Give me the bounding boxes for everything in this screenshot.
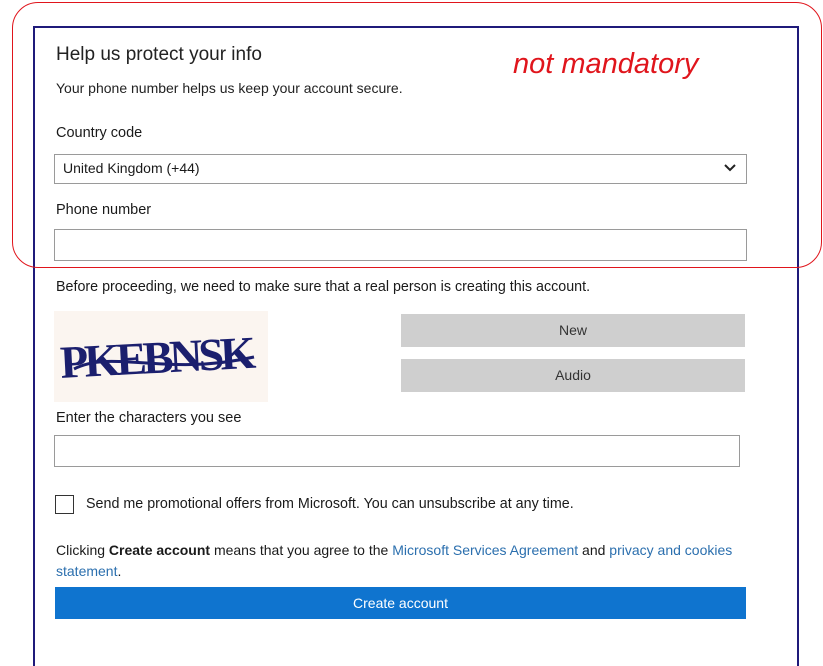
captcha-input[interactable] <box>54 435 740 467</box>
create-account-button[interactable]: Create account <box>55 587 746 619</box>
promo-checkbox[interactable] <box>55 495 74 514</box>
country-code-label: Country code <box>56 125 143 141</box>
terms-bold: Create account <box>108 542 211 558</box>
annotation-label: not mandatory <box>513 48 699 80</box>
promo-checkbox-label: Send me promotional offers from Microsof… <box>86 496 574 512</box>
phone-number-input[interactable] <box>54 229 747 261</box>
captcha-glyphs: PKEBNSK <box>59 327 257 388</box>
page-subtitle: Your phone number helps us keep your acc… <box>56 80 403 96</box>
services-agreement-link[interactable]: Microsoft Services Agreement <box>392 542 578 558</box>
page-title: Help us protect your info <box>56 44 262 65</box>
captcha-text: PKEBNSK <box>59 327 257 388</box>
phone-number-label: Phone number <box>56 202 152 218</box>
country-code-select[interactable]: United Kingdom (+44) <box>54 154 747 184</box>
terms-text: Clicking Create account means that you a… <box>56 542 733 579</box>
chevron-down-icon <box>724 155 736 172</box>
captcha-image: PKEBNSK <box>54 311 268 402</box>
captcha-input-label: Enter the characters you see <box>56 410 242 426</box>
country-code-value: United Kingdom (+44) <box>63 160 200 176</box>
new-captcha-button[interactable]: New <box>401 314 745 347</box>
captcha-prompt: Before proceeding, we need to make sure … <box>56 279 591 295</box>
audio-captcha-button[interactable]: Audio <box>401 359 745 392</box>
